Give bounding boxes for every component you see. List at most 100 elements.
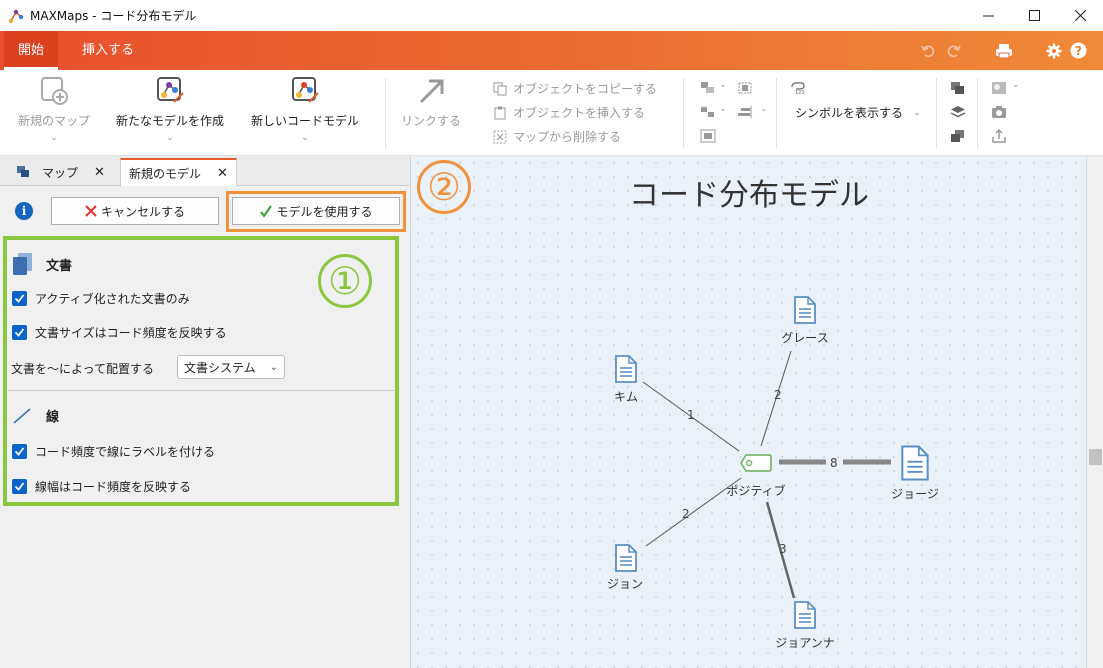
tab-start[interactable]: 開始 <box>4 31 59 70</box>
line-width-frequency-checkbox[interactable]: 線幅はコード頻度を反映する <box>12 478 191 495</box>
doc-size-frequency-checkbox[interactable]: 文書サイズはコード頻度を反映する <box>12 324 227 341</box>
checkbox-checked-icon <box>12 325 27 340</box>
group-icon[interactable] <box>700 81 716 95</box>
arrange-icon[interactable] <box>700 105 716 119</box>
new-model-button[interactable]: 新たなモデルを作成 ⌄ <box>116 76 224 143</box>
code-tag-icon[interactable] <box>739 453 773 473</box>
model-edges <box>642 350 891 599</box>
insert-object-button[interactable]: オブジェクトを挿入する <box>493 104 645 121</box>
new-code-model-button[interactable]: 新しいコードモデル ⌄ <box>251 76 359 143</box>
ribbon-tab-bar: 開始 挿入する ? <box>0 31 1103 70</box>
fit-icon[interactable] <box>700 129 716 143</box>
document-icon[interactable] <box>614 354 638 384</box>
new-map-button[interactable]: 新規のマップ ⌄ <box>18 76 90 143</box>
edge-label-joanna: 3 <box>779 542 787 556</box>
document-node-label: ジョアンナ <box>775 636 835 650</box>
settings-gear-icon[interactable] <box>1046 31 1062 70</box>
paste-icon <box>494 106 506 119</box>
edge-label-john: 2 <box>682 507 690 521</box>
ribbon-separator <box>683 78 684 148</box>
new-model-icon <box>157 77 184 103</box>
edge-label-kim: 1 <box>687 408 695 422</box>
document-node-label: ジョン <box>606 577 643 591</box>
ribbon-separator <box>977 78 978 148</box>
print-icon[interactable] <box>995 31 1013 70</box>
cancel-x-icon <box>85 205 97 217</box>
document-icon[interactable] <box>614 543 638 573</box>
chevron-down-icon: ⌄ <box>1012 80 1020 90</box>
checkmark-icon <box>260 205 273 218</box>
chevron-down-icon: ⌄ <box>166 133 174 143</box>
chevron-down-icon: ⌄ <box>719 104 727 114</box>
ribbon-toolbar: 新規のマップ ⌄ 新たなモデルを作成 ⌄ 新しいコードモデル ⌄ リンクする オ… <box>0 70 1103 156</box>
new-map-icon <box>41 77 68 105</box>
align-icon[interactable] <box>737 105 753 119</box>
scrollbar-thumb[interactable] <box>1089 449 1102 465</box>
section-divider <box>8 390 396 391</box>
delete-from-map-button[interactable]: マップから削除する <box>493 128 621 145</box>
theme-icon[interactable] <box>991 81 1007 95</box>
code-node-label: ポジティブ <box>726 484 786 498</box>
document-node-label: キム <box>613 390 638 404</box>
callout-1: ① <box>318 254 372 308</box>
edge-label-grace: 2 <box>774 388 782 402</box>
lines-section-title: 線 <box>12 406 59 425</box>
export-icon[interactable] <box>991 129 1007 143</box>
documents-section-title: 文書 <box>12 252 72 276</box>
chevron-down-icon: ⌄ <box>50 133 58 143</box>
ribbon-separator <box>776 78 777 148</box>
document-icon[interactable] <box>899 444 931 482</box>
info-icon[interactable]: i <box>15 202 33 220</box>
link-arrow-icon <box>419 79 444 104</box>
checkbox-checked-icon <box>12 479 27 494</box>
active-docs-only-checkbox[interactable]: アクティブ化された文書のみ <box>12 290 190 307</box>
symbol-icon: 123 <box>791 82 805 95</box>
document-icon[interactable] <box>793 600 817 630</box>
arrange-docs-select[interactable]: 文書システム ⌄ <box>177 355 285 379</box>
layers-back-icon[interactable] <box>950 129 966 143</box>
tab-map[interactable]: マップ ✕ <box>8 158 113 186</box>
vertical-scrollbar[interactable] <box>1086 156 1103 668</box>
select-all-icon[interactable] <box>737 81 753 95</box>
help-icon[interactable]: ? <box>1070 31 1087 70</box>
camera-icon[interactable] <box>991 105 1007 119</box>
map-tab-icon <box>17 166 29 177</box>
svg-text:?: ? <box>1075 44 1082 58</box>
close-tab-icon[interactable]: ✕ <box>217 166 228 181</box>
line-icon <box>13 407 31 424</box>
svg-text:123: 123 <box>795 90 805 95</box>
chevron-down-icon: ⌄ <box>301 133 309 143</box>
show-symbol-dropdown[interactable]: シンボルを表示する ⌄ <box>795 104 921 121</box>
close-tab-icon[interactable]: ✕ <box>94 165 105 180</box>
chevron-down-icon: ⌄ <box>913 107 921 118</box>
maxmaps-logo-icon <box>8 9 24 23</box>
map-canvas[interactable]: ② コード分布モデル 2 1 8 2 3 ポジティブ グレース キム ジョージ … <box>410 156 1086 668</box>
redo-icon[interactable] <box>946 31 962 70</box>
arrange-docs-label: 文書を～によって配置する <box>11 362 155 376</box>
checkbox-checked-icon <box>12 291 27 306</box>
document-icon[interactable] <box>793 295 817 325</box>
close-button[interactable] <box>1057 0 1103 31</box>
cancel-button[interactable]: キャンセルする <box>51 197 219 225</box>
model-options-panel: マップ ✕ 新規のモデル ✕ i キャンセルする モデルを使用する ① 文書 ア… <box>0 156 410 668</box>
use-model-button[interactable]: モデルを使用する <box>232 197 400 225</box>
maximize-button[interactable] <box>1011 0 1057 31</box>
tab-new-model[interactable]: 新規のモデル ✕ <box>120 158 237 186</box>
tab-insert[interactable]: 挿入する <box>68 31 148 70</box>
undo-icon[interactable] <box>920 31 936 70</box>
layers-front-icon[interactable] <box>950 81 966 95</box>
edge-label-george: 8 <box>830 456 838 470</box>
panel-tab-bar: マップ ✕ 新規のモデル ✕ <box>0 156 410 186</box>
copy-icon <box>493 82 507 95</box>
minimize-button[interactable] <box>965 0 1011 31</box>
new-code-model-icon <box>292 77 319 103</box>
layers-icon[interactable] <box>950 105 966 119</box>
checkbox-checked-icon <box>12 444 27 459</box>
remove-from-map-icon <box>493 130 507 143</box>
copy-object-button[interactable]: オブジェクトをコピーする <box>493 80 657 97</box>
window-title: MAXMaps - コード分布モデル <box>30 9 197 23</box>
document-node-label: ジョージ <box>891 487 939 501</box>
chevron-down-icon: ⌄ <box>760 104 768 114</box>
link-button[interactable]: リンクする <box>401 76 461 129</box>
label-lines-frequency-checkbox[interactable]: コード頻度で線にラベルを付ける <box>12 443 215 460</box>
